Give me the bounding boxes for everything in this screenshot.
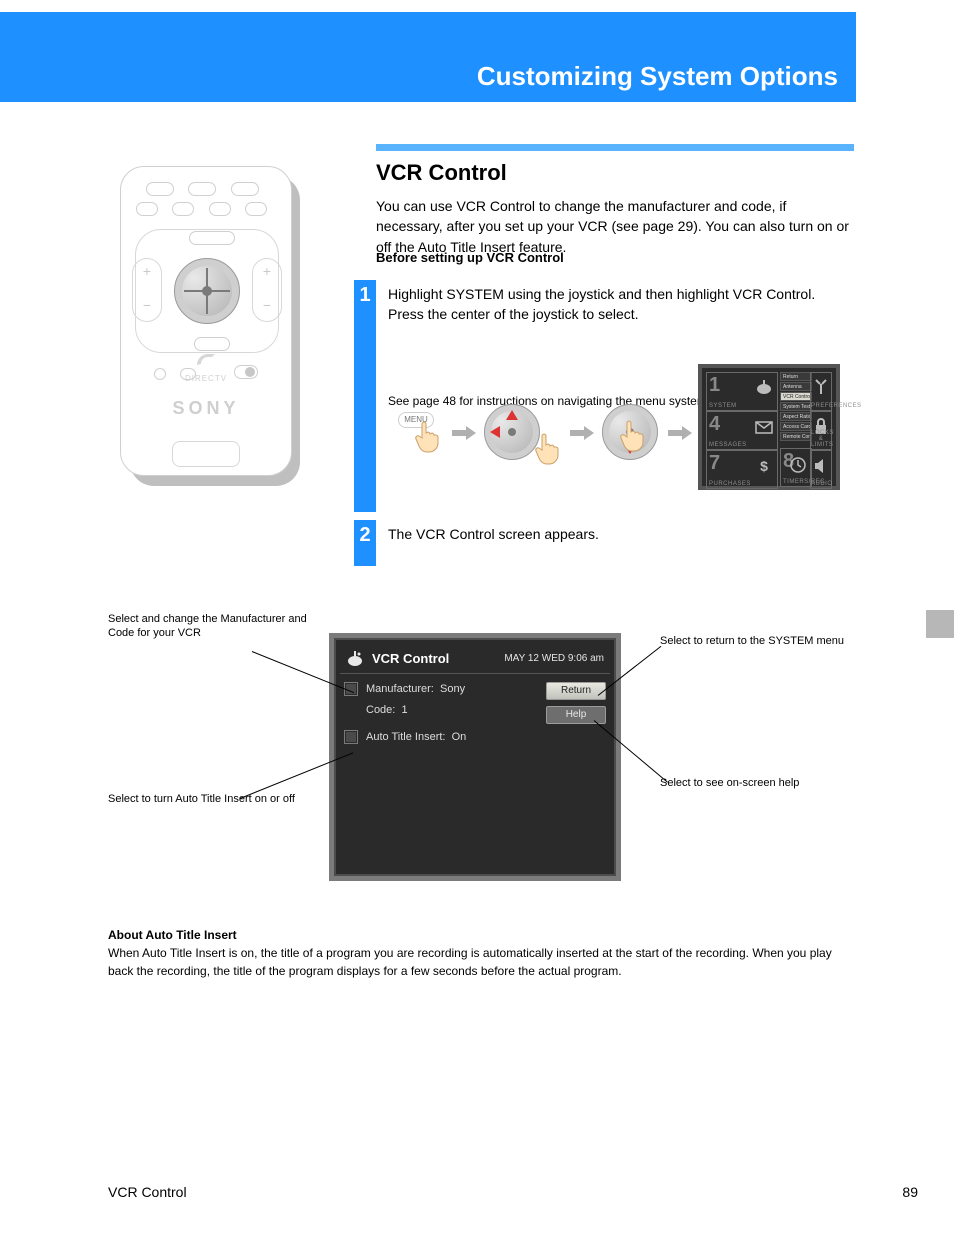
clock-icon bbox=[789, 453, 807, 475]
submenu-list: Return Antenna VCR Control System Test A… bbox=[780, 372, 812, 487]
network-label: DIRECTV bbox=[185, 374, 227, 383]
return-button[interactable]: Return bbox=[546, 682, 606, 700]
section-intro: You can use VCR Control to change the ma… bbox=[376, 196, 854, 257]
note-block: About Auto Title Insert When Auto Title … bbox=[108, 926, 848, 980]
callout-help: Select to see on-screen help bbox=[660, 776, 850, 790]
speaker-icon bbox=[812, 454, 830, 476]
menu-tile: 4 MESSAGES bbox=[706, 411, 778, 450]
remote-button bbox=[172, 202, 194, 216]
chapter-banner: Customizing System Options bbox=[0, 12, 856, 102]
remote-button bbox=[231, 182, 259, 196]
volume-rocker: +− bbox=[132, 258, 162, 322]
joystick-press-icon bbox=[602, 404, 658, 460]
callout-manufacturer: Select and change the Manufacturer and C… bbox=[108, 612, 328, 641]
page-number: 89 bbox=[902, 1184, 918, 1200]
help-button[interactable]: Help bbox=[546, 706, 606, 724]
remote-button bbox=[136, 202, 158, 216]
submenu-item: Return bbox=[780, 372, 812, 381]
submenu-item: Remote Control bbox=[780, 432, 812, 441]
system-menu-thumbnail: 1 SYSTEM 4 MESSAGES 7 $ PURCHASES Return… bbox=[698, 364, 840, 490]
nav-sequence: MENU bbox=[398, 398, 718, 468]
remote-illustration: +− +− D bbox=[120, 166, 300, 482]
submenu-item: System Test bbox=[780, 402, 812, 411]
remote-button bbox=[245, 202, 267, 216]
channel-rocker: +− bbox=[252, 258, 282, 322]
menu-tile: PREFERENCES bbox=[810, 372, 832, 411]
pointer-hand-icon bbox=[414, 420, 442, 454]
section-title: VCR Control bbox=[376, 160, 507, 186]
directv-logo-icon bbox=[193, 350, 219, 368]
remote-button bbox=[189, 231, 235, 245]
envelope-icon bbox=[755, 416, 773, 438]
field-value: Sony bbox=[440, 683, 465, 695]
arrow-right-icon bbox=[570, 426, 594, 440]
tools-icon bbox=[812, 376, 830, 398]
menu-tile: AUDIO bbox=[810, 450, 832, 489]
pointer-hand-icon bbox=[534, 432, 562, 466]
field-label: Code: bbox=[366, 704, 395, 716]
field-value: 1 bbox=[401, 704, 407, 716]
submenu-item-selected: VCR Control bbox=[780, 392, 812, 401]
step-column bbox=[354, 280, 376, 512]
menu-tile: 1 SYSTEM bbox=[706, 372, 778, 411]
remote-button bbox=[146, 182, 174, 196]
step-body: Highlight SYSTEM using the joystick and … bbox=[388, 286, 815, 322]
vcr-control-screenshot: VCR Control MAY 12 WED 9:06 am Manufactu… bbox=[329, 633, 621, 881]
step-number: 2 bbox=[354, 524, 376, 547]
page: Customizing System Options VCR Control Y… bbox=[0, 0, 954, 1235]
callout-ati: Select to turn Auto Title Insert on or o… bbox=[108, 792, 328, 806]
arrow-right-icon bbox=[452, 426, 476, 440]
brand-label: SONY bbox=[121, 398, 291, 419]
submenu-item: Access Card bbox=[780, 422, 812, 431]
menu-tile: 8 TIMERS/REC bbox=[780, 448, 812, 487]
field-value: On bbox=[452, 731, 467, 743]
note-heading: About Auto Title Insert bbox=[108, 928, 237, 942]
arrow-right-icon bbox=[668, 426, 692, 440]
checkbox-icon[interactable] bbox=[344, 730, 358, 744]
screen-datetime: MAY 12 WED 9:06 am bbox=[504, 653, 610, 664]
remote-door bbox=[172, 441, 240, 467]
step-text: The VCR Control screen appears. bbox=[388, 524, 854, 544]
satellite-icon bbox=[755, 377, 773, 399]
note-body: When Auto Title Insert is on, the title … bbox=[108, 946, 832, 978]
menu-tile: 7 $ PURCHASES bbox=[706, 450, 778, 489]
menu-tile: LOCKS & LIMITS bbox=[810, 411, 832, 450]
field-label: Manufacturer: bbox=[366, 683, 434, 695]
submenu-item: Antenna bbox=[780, 382, 812, 391]
field-label: Auto Title Insert: bbox=[366, 731, 445, 743]
auto-title-row: Auto Title Insert: On bbox=[344, 730, 606, 744]
remote-button bbox=[194, 337, 230, 351]
pointer-hand-icon bbox=[619, 419, 647, 458]
satellite-icon bbox=[346, 649, 366, 669]
footer-section: VCR Control bbox=[108, 1184, 187, 1200]
thumb-tab bbox=[926, 610, 954, 638]
screen-title: VCR Control bbox=[372, 651, 504, 666]
dollar-icon: $ bbox=[755, 455, 773, 477]
callout-return: Select to return to the SYSTEM menu bbox=[660, 634, 850, 648]
setup-heading: Before setting up VCR Control bbox=[376, 250, 564, 265]
joystick-icon bbox=[484, 404, 540, 460]
remote-button bbox=[188, 182, 216, 196]
chapter-title: Customizing System Options bbox=[477, 61, 838, 92]
submenu-item: Aspect Ratio bbox=[780, 412, 812, 421]
joystick bbox=[174, 258, 240, 324]
step-number: 1 bbox=[354, 284, 376, 307]
section-rule bbox=[376, 144, 854, 151]
remote-button bbox=[209, 202, 231, 216]
